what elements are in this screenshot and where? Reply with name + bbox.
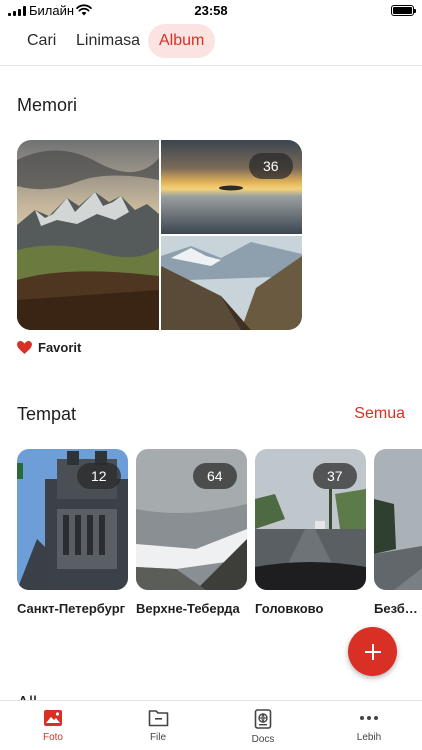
tab-album[interactable]: Album — [148, 24, 216, 58]
memori-count-badge: 36 — [249, 153, 293, 179]
place-card[interactable]: 37 — [255, 449, 366, 590]
section-title-memori: Memori — [17, 95, 78, 115]
heart-icon — [17, 341, 32, 354]
place-count-badge: 64 — [193, 463, 237, 489]
nav-docs-label: Docs — [251, 734, 275, 745]
place-count-badge: 12 — [77, 463, 121, 489]
nav-foto-label: Foto — [42, 732, 63, 743]
docs-icon — [254, 709, 272, 729]
photo-icon — [44, 710, 62, 726]
status-bar: Билайн 23:58 — [0, 0, 422, 22]
place-name: Головково — [255, 601, 324, 616]
folder-icon — [148, 710, 168, 727]
place-photo-bezborodovo — [374, 449, 422, 590]
section-title-tempat: Tempat — [17, 404, 77, 424]
memori-collage[interactable]: 36 — [17, 140, 302, 330]
clock: 23:58 — [194, 3, 228, 18]
nav-foto[interactable]: Foto — [18, 709, 88, 743]
battery-icon — [391, 5, 416, 16]
nav-file[interactable]: File — [123, 709, 193, 743]
memori-photo-valley — [161, 236, 302, 330]
favorite-label[interactable]: Favorit — [17, 340, 81, 355]
nav-lebih-label: Lebih — [356, 732, 382, 743]
favorite-text: Favorit — [38, 340, 82, 355]
tab-linimasa[interactable]: Linimasa — [66, 24, 150, 58]
place-card[interactable]: 12 — [17, 449, 128, 590]
place-count-badge: 37 — [313, 463, 357, 489]
more-icon — [360, 716, 378, 720]
place-name: Безбородово — [374, 601, 422, 616]
nav-docs[interactable]: Docs — [228, 709, 298, 745]
memori-photo-mountains — [17, 140, 159, 330]
plus-icon — [364, 643, 381, 660]
top-tabs: Cari Linimasa Album — [0, 24, 422, 66]
place-card[interactable] — [374, 449, 422, 590]
place-card[interactable]: 64 — [136, 449, 247, 590]
place-name: Верхне-Теберда — [136, 601, 240, 616]
nav-file-label: File — [149, 732, 167, 743]
add-button[interactable] — [348, 627, 397, 676]
tab-cari[interactable]: Cari — [17, 24, 66, 58]
see-all-places-link[interactable]: Semua — [354, 405, 405, 423]
bottom-navigation: Foto File Docs Lebih — [0, 700, 422, 750]
nav-lebih[interactable]: Lebih — [334, 709, 404, 743]
place-name: Санкт-Петербург — [17, 601, 126, 616]
